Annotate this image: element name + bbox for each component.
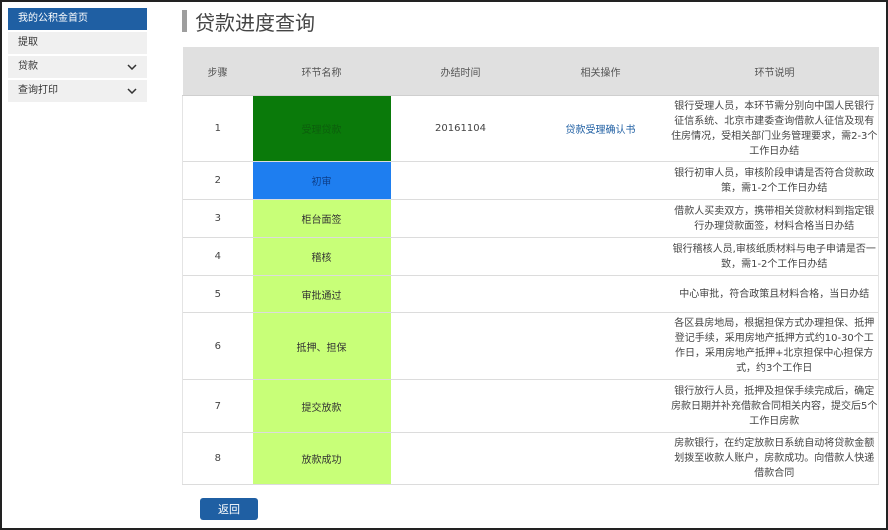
step-action <box>530 275 671 313</box>
step-action <box>530 312 671 380</box>
step-date <box>390 237 531 276</box>
table-row: 2 初审 银行初审人员，审核阶段申请是否符合贷款政策，需1-2个工作日办结 <box>182 161 879 200</box>
step-action <box>530 237 671 276</box>
title-accent-bar <box>182 10 187 32</box>
step-action <box>530 432 671 485</box>
sidebar-item-query-print[interactable]: 查询打印 <box>8 80 147 102</box>
table-row: 1 受理贷款 20161104 贷款受理确认书 银行受理人员，本环节需分别向中国… <box>182 95 879 162</box>
table-row: 3 柜台面签 借款人买卖双方，携带相关贷款材料到指定银行办理贷款面签，材料合格当… <box>182 199 879 238</box>
sidebar-item-label: 贷款 <box>18 61 38 72</box>
step-date <box>390 312 531 380</box>
table-row: 4 稽核 银行稽核人员,审核纸质材料与电子申请是否一致，需1-2个工作日办结 <box>182 237 879 276</box>
step-desc: 借款人买卖双方，携带相关贷款材料到指定银行办理贷款面签，材料合格当日办结 <box>670 199 879 238</box>
step-desc: 中心审批，符合政策且材料合格，当日办结 <box>670 275 879 313</box>
step-number: 5 <box>182 275 253 313</box>
step-desc: 银行稽核人员,审核纸质材料与电子申请是否一致，需1-2个工作日办结 <box>670 237 879 276</box>
step-name: 稽核 <box>252 237 391 276</box>
chevron-down-icon <box>127 56 137 78</box>
col-header-step: 步骤 <box>182 47 253 96</box>
step-number: 8 <box>182 432 253 485</box>
chevron-down-icon <box>127 80 137 102</box>
step-name: 初审 <box>252 161 391 200</box>
step-number: 1 <box>182 95 253 162</box>
step-desc: 银行受理人员，本环节需分别向中国人民银行征信系统、北京市建委查询借款人征信及现有… <box>670 95 879 162</box>
step-number: 7 <box>182 379 253 433</box>
col-header-date: 办结时间 <box>390 47 531 96</box>
sidebar: 我的公积金首页 提取 贷款 查询打印 <box>8 8 147 104</box>
loan-acceptance-confirmation-link[interactable]: 贷款受理确认书 <box>566 125 636 136</box>
table-row: 6 抵押、担保 各区县房地局，根据担保方式办理担保、抵押登记手续，采用房地产抵押… <box>182 312 879 380</box>
app-frame: 我的公积金首页 提取 贷款 查询打印 贷款进度查询 步骤 环节名称 办结时间 相… <box>0 0 888 530</box>
step-action <box>530 379 671 433</box>
step-date <box>390 379 531 433</box>
sidebar-item-loan[interactable]: 贷款 <box>8 56 147 78</box>
step-number: 3 <box>182 199 253 238</box>
step-date <box>390 432 531 485</box>
page-title: 贷款进度查询 <box>195 10 315 35</box>
loan-progress-table: 步骤 环节名称 办结时间 相关操作 环节说明 1 受理贷款 20161104 贷… <box>182 47 879 485</box>
back-button[interactable]: 返回 <box>200 498 258 520</box>
step-date <box>390 275 531 313</box>
step-name: 放款成功 <box>252 432 391 485</box>
step-action: 贷款受理确认书 <box>530 95 671 162</box>
step-date <box>390 161 531 200</box>
step-action <box>530 199 671 238</box>
step-date: 20161104 <box>390 95 531 162</box>
step-desc: 银行放行人员，抵押及担保手续完成后，确定房款日期并补充借款合同相关内容，提交后5… <box>670 379 879 433</box>
col-header-action: 相关操作 <box>530 47 671 96</box>
step-number: 2 <box>182 161 253 200</box>
sidebar-item-withdraw[interactable]: 提取 <box>8 32 147 54</box>
col-header-name: 环节名称 <box>252 47 391 96</box>
sidebar-item-label: 提取 <box>18 37 38 48</box>
step-desc: 房款银行，在约定放款日系统自动将贷款金额划拨至收款人账户，房款成功。向借款人快递… <box>670 432 879 485</box>
step-action <box>530 161 671 200</box>
table-row: 8 放款成功 房款银行，在约定放款日系统自动将贷款金额划拨至收款人账户，房款成功… <box>182 432 879 485</box>
table-header-row: 步骤 环节名称 办结时间 相关操作 环节说明 <box>182 47 879 96</box>
table-row: 5 审批通过 中心审批，符合政策且材料合格，当日办结 <box>182 275 879 313</box>
table-row: 7 提交放款 银行放行人员，抵押及担保手续完成后，确定房款日期并补充借款合同相关… <box>182 379 879 433</box>
step-date <box>390 199 531 238</box>
step-desc: 各区县房地局，根据担保方式办理担保、抵押登记手续，采用房地产抵押方式约10-30… <box>670 312 879 380</box>
step-desc: 银行初审人员，审核阶段申请是否符合贷款政策，需1-2个工作日办结 <box>670 161 879 200</box>
step-name: 受理贷款 <box>252 95 391 162</box>
step-name: 柜台面签 <box>252 199 391 238</box>
step-number: 6 <box>182 312 253 380</box>
step-number: 4 <box>182 237 253 276</box>
page-header: 贷款进度查询 <box>182 9 315 35</box>
step-name: 提交放款 <box>252 379 391 433</box>
sidebar-item-label: 我的公积金首页 <box>18 13 88 24</box>
sidebar-item-home[interactable]: 我的公积金首页 <box>8 8 147 30</box>
step-name: 审批通过 <box>252 275 391 313</box>
col-header-desc: 环节说明 <box>670 47 879 96</box>
step-name: 抵押、担保 <box>252 312 391 380</box>
sidebar-item-label: 查询打印 <box>18 85 58 96</box>
